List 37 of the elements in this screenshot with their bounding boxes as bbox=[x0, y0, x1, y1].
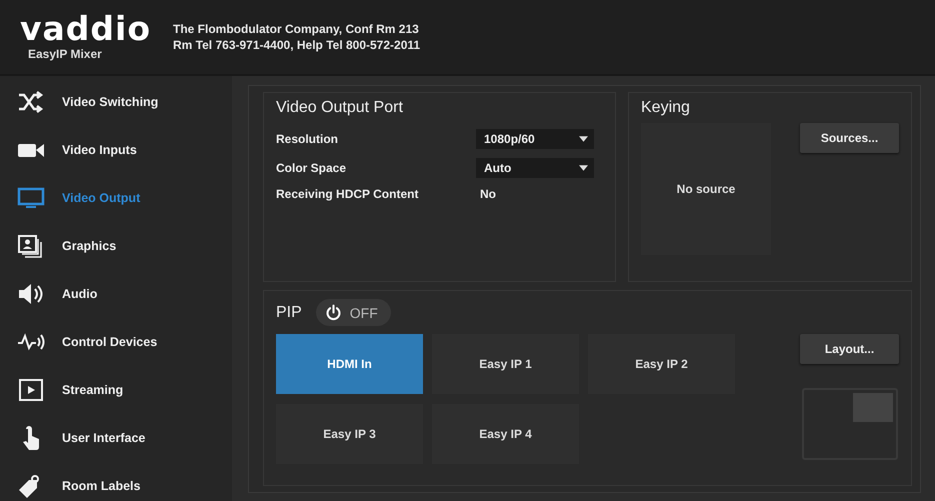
sidebar-item[interactable]: Video Output bbox=[16, 174, 232, 222]
sources-button[interactable]: Sources... bbox=[800, 123, 899, 153]
panel-title: PIP bbox=[276, 304, 302, 322]
phone-info: Rm Tel 763-971-4400, Help Tel 800-572-2011 bbox=[173, 37, 420, 53]
field-label: Receiving HDCP Content bbox=[276, 187, 420, 201]
source-button[interactable]: Easy IP 2 bbox=[588, 334, 735, 394]
field-label: Color Space bbox=[276, 161, 348, 175]
sidebar-item[interactable]: User Interface bbox=[16, 414, 232, 462]
source-button[interactable]: Easy IP 1 bbox=[432, 334, 579, 394]
logo-text: vaddio bbox=[20, 14, 152, 44]
power-icon bbox=[324, 304, 342, 321]
sidebar-item[interactable]: Audio bbox=[16, 270, 232, 318]
room-info: The Flombodulator Company, Conf Rm 213 bbox=[173, 21, 420, 37]
sidebar-item[interactable]: Video Inputs bbox=[16, 126, 232, 174]
sidebar-item[interactable]: Video Switching bbox=[16, 78, 232, 126]
panel-title: Keying bbox=[641, 99, 690, 116]
source-button[interactable]: Easy IP 4 bbox=[432, 404, 579, 464]
monitor-icon bbox=[16, 186, 46, 210]
panel-title: Video Output Port bbox=[276, 99, 403, 116]
caret-icon bbox=[579, 136, 588, 142]
pip-window bbox=[852, 393, 892, 422]
source-button[interactable]: HDMI In bbox=[276, 334, 423, 394]
dropdown[interactable]: 1080p/60 bbox=[476, 129, 594, 149]
product-name: EasyIP Mixer bbox=[28, 47, 103, 61]
pip-toggle[interactable]: OFF bbox=[316, 299, 391, 326]
sidebar-item[interactable]: Room Labels bbox=[16, 462, 232, 501]
field-value: No bbox=[479, 187, 497, 201]
caret-icon bbox=[579, 165, 588, 171]
sidebar-item[interactable]: Graphics bbox=[16, 222, 232, 270]
sidebar-item[interactable]: Streaming bbox=[16, 366, 232, 414]
field-label: Resolution bbox=[276, 132, 339, 146]
dropdown[interactable]: Auto bbox=[476, 158, 594, 178]
play-icon bbox=[16, 378, 46, 402]
preview-text: No source bbox=[676, 182, 736, 196]
layout-button[interactable]: Layout... bbox=[800, 334, 899, 364]
source-button[interactable]: Easy IP 3 bbox=[276, 404, 423, 464]
sidebar-item[interactable]: Control Devices bbox=[16, 318, 232, 366]
